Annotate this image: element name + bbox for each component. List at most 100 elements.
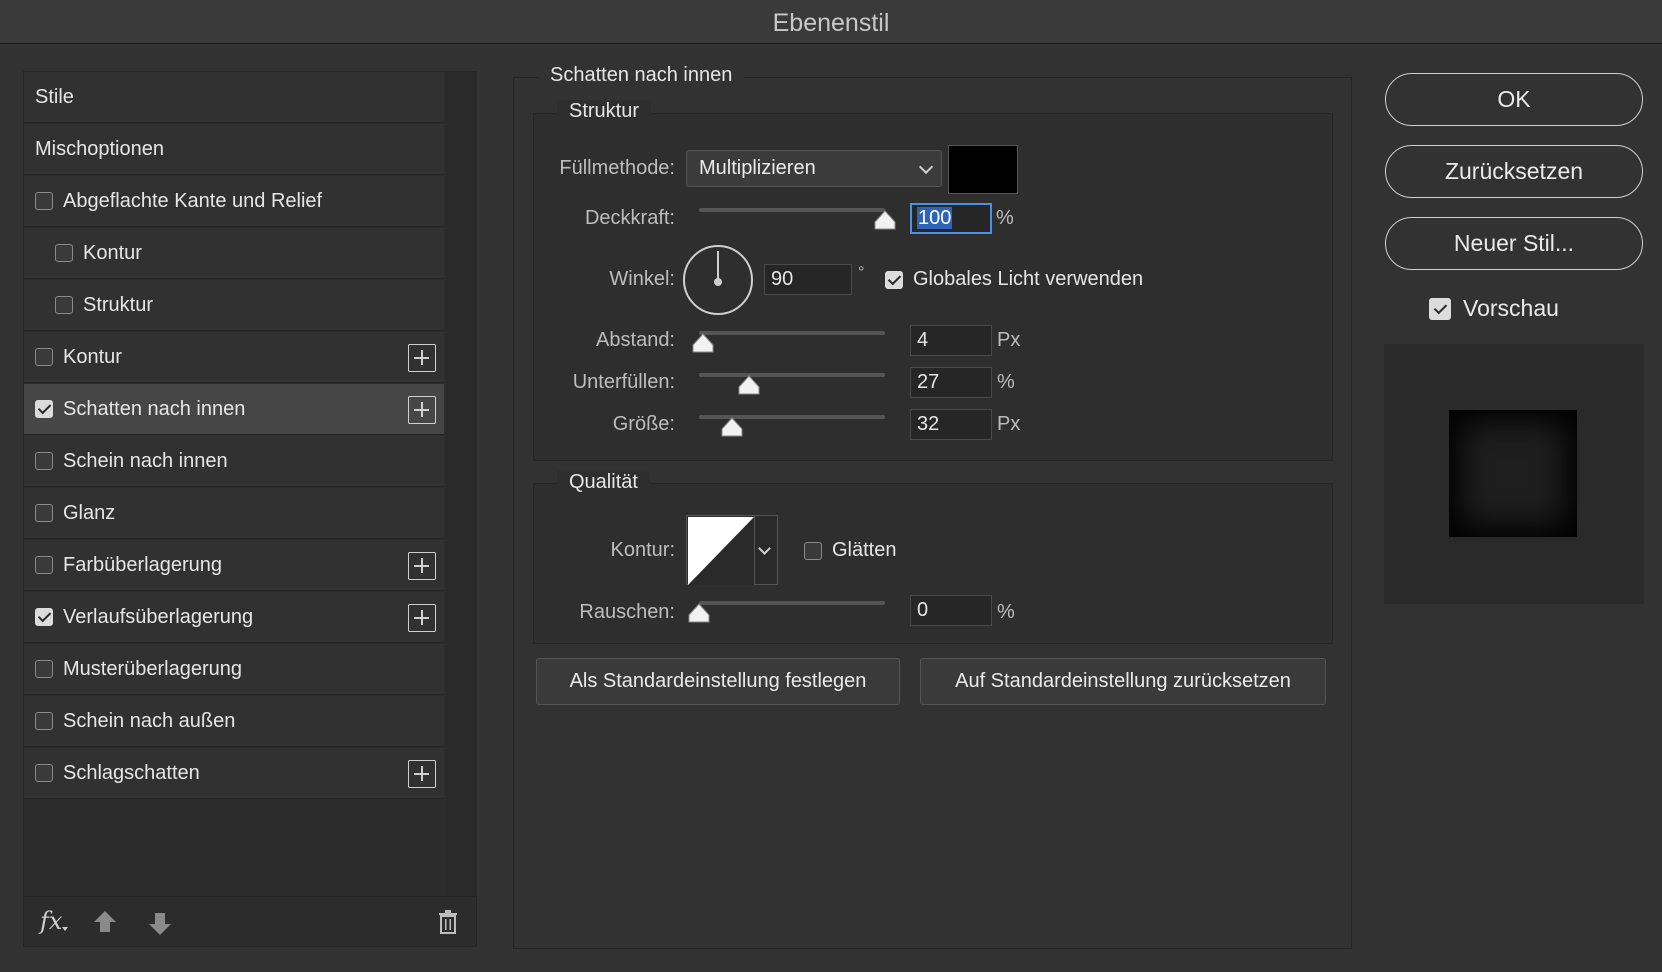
style-item[interactable]: Schatten nach innen: [24, 384, 444, 435]
style-checkbox[interactable]: [35, 192, 53, 210]
style-item-label: Schlagschatten: [63, 761, 200, 784]
distance-slider-track[interactable]: [699, 331, 885, 335]
distance-slider-thumb[interactable]: [692, 333, 714, 353]
preview-checkbox[interactable]: Vorschau: [1429, 295, 1559, 322]
style-item[interactable]: Farbüberlagerung: [24, 540, 444, 591]
style-checkbox[interactable]: [55, 296, 73, 314]
blend-mode-select[interactable]: Multiplizieren: [686, 150, 942, 187]
contour-curve-icon: [688, 517, 754, 585]
opacity-label: Deckkraft:: [584, 207, 675, 229]
style-item-label: Abgeflachte Kante und Relief: [63, 189, 323, 212]
size-slider-thumb[interactable]: [721, 417, 743, 437]
size-input[interactable]: 32: [910, 409, 992, 440]
angle-dial-center: [714, 278, 722, 286]
structure-title: Struktur: [557, 100, 652, 123]
styles-list-panel: Stile Mischoptionen Abgeflachte Kante und …: [23, 71, 477, 947]
contour-separator: [754, 516, 755, 584]
noise-slider-track[interactable]: [699, 601, 885, 605]
style-item[interactable]: Mischoptionen: [24, 124, 444, 175]
preview-thumbnail: [1449, 410, 1577, 537]
style-item-label: Verlaufsüberlagerung: [63, 605, 254, 628]
angle-dial[interactable]: [683, 245, 753, 315]
choke-label: Unterfüllen:: [572, 371, 675, 393]
contour-label: Kontur:: [610, 539, 675, 561]
style-item-label: Kontur: [63, 345, 122, 368]
choke-slider-track[interactable]: [699, 373, 885, 377]
angle-needle: [717, 251, 719, 281]
new-style-button[interactable]: Neuer Stil...: [1385, 217, 1643, 270]
style-item[interactable]: Kontur: [24, 332, 444, 383]
style-checkbox[interactable]: [35, 608, 53, 626]
style-item[interactable]: Abgeflachte Kante und Relief: [24, 176, 444, 227]
style-item[interactable]: Glanz: [24, 488, 444, 539]
reset-default-button[interactable]: Auf Standardeinstellung zurücksetzen: [920, 658, 1326, 705]
style-checkbox[interactable]: [35, 556, 53, 574]
style-item[interactable]: Struktur: [24, 280, 444, 331]
choke-input[interactable]: 27: [910, 367, 992, 398]
add-instance-icon[interactable]: [408, 344, 436, 372]
style-item-label: Glanz: [63, 501, 116, 524]
move-down-icon[interactable]: [149, 913, 171, 935]
style-checkbox[interactable]: [35, 712, 53, 730]
style-item[interactable]: Musterüberlagerung: [24, 644, 444, 695]
style-item[interactable]: Schlagschatten: [24, 748, 444, 799]
inner-shadow-title: Schatten nach innen: [538, 64, 745, 87]
style-checkbox[interactable]: [35, 348, 53, 366]
make-default-button[interactable]: Als Standardeinstellung festlegen: [536, 658, 900, 705]
antialias-checkbox[interactable]: Glätten: [804, 539, 896, 562]
style-item-label: Schein nach außen: [63, 709, 236, 732]
fx-menu-button[interactable]: fx: [40, 907, 69, 935]
preview-check-icon: [1429, 297, 1451, 320]
noise-unit: %: [997, 601, 1015, 623]
reset-button[interactable]: Zurücksetzen: [1385, 145, 1643, 198]
style-item[interactable]: Verlaufsüberlagerung: [24, 592, 444, 643]
opacity-slider-thumb[interactable]: [874, 210, 896, 230]
distance-unit: Px: [997, 329, 1021, 351]
add-instance-icon[interactable]: [408, 552, 436, 580]
noise-label: Rauschen:: [579, 601, 675, 623]
styles-list-scrollbar[interactable]: [446, 72, 477, 896]
trash-icon[interactable]: [438, 910, 458, 934]
add-instance-icon[interactable]: [408, 396, 436, 424]
style-checkbox[interactable]: [35, 660, 53, 678]
choke-unit: %: [997, 371, 1015, 393]
noise-input[interactable]: 0: [910, 595, 992, 626]
chevron-down-icon: [918, 159, 934, 175]
opacity-unit: %: [996, 207, 1014, 229]
style-checkbox[interactable]: [55, 244, 73, 262]
global-light-check-icon: [885, 270, 903, 289]
style-item-label: Mischoptionen: [35, 137, 164, 160]
add-instance-icon[interactable]: [408, 760, 436, 788]
blend-mode-value: Multiplizieren: [699, 157, 816, 179]
style-checkbox[interactable]: [35, 504, 53, 522]
contour-picker[interactable]: [686, 515, 778, 585]
add-instance-icon[interactable]: [408, 604, 436, 632]
noise-slider-thumb[interactable]: [688, 603, 710, 623]
style-item[interactable]: Kontur: [24, 228, 444, 279]
opacity-slider-track[interactable]: [699, 208, 885, 212]
opacity-input[interactable]: 100: [910, 203, 992, 234]
distance-input[interactable]: 4: [910, 325, 992, 356]
style-item-label: Farbüberlagerung: [63, 553, 222, 576]
style-preview: [1384, 344, 1644, 604]
size-label: Größe:: [612, 413, 675, 435]
angle-label: Winkel:: [609, 268, 675, 290]
title-bar: Ebenenstil: [0, 0, 1662, 44]
style-item-label: Struktur: [83, 293, 154, 316]
style-item-label: Stile: [35, 85, 74, 108]
style-checkbox[interactable]: [35, 452, 53, 470]
style-item[interactable]: Stile: [24, 72, 444, 123]
style-item-label: Schein nach innen: [63, 449, 228, 472]
global-light-checkbox[interactable]: Globales Licht verwenden: [885, 268, 1143, 291]
style-item[interactable]: Schein nach außen: [24, 696, 444, 747]
style-item[interactable]: Schein nach innen: [24, 436, 444, 487]
angle-input[interactable]: 90: [764, 264, 852, 295]
choke-slider-thumb[interactable]: [738, 375, 760, 395]
shadow-color-swatch[interactable]: [948, 145, 1018, 194]
ok-button[interactable]: OK: [1385, 73, 1643, 126]
style-item-label: Kontur: [83, 241, 142, 264]
style-checkbox[interactable]: [35, 400, 53, 418]
style-checkbox[interactable]: [35, 764, 53, 782]
move-up-icon[interactable]: [94, 911, 116, 932]
preview-label: Vorschau: [1463, 295, 1559, 321]
